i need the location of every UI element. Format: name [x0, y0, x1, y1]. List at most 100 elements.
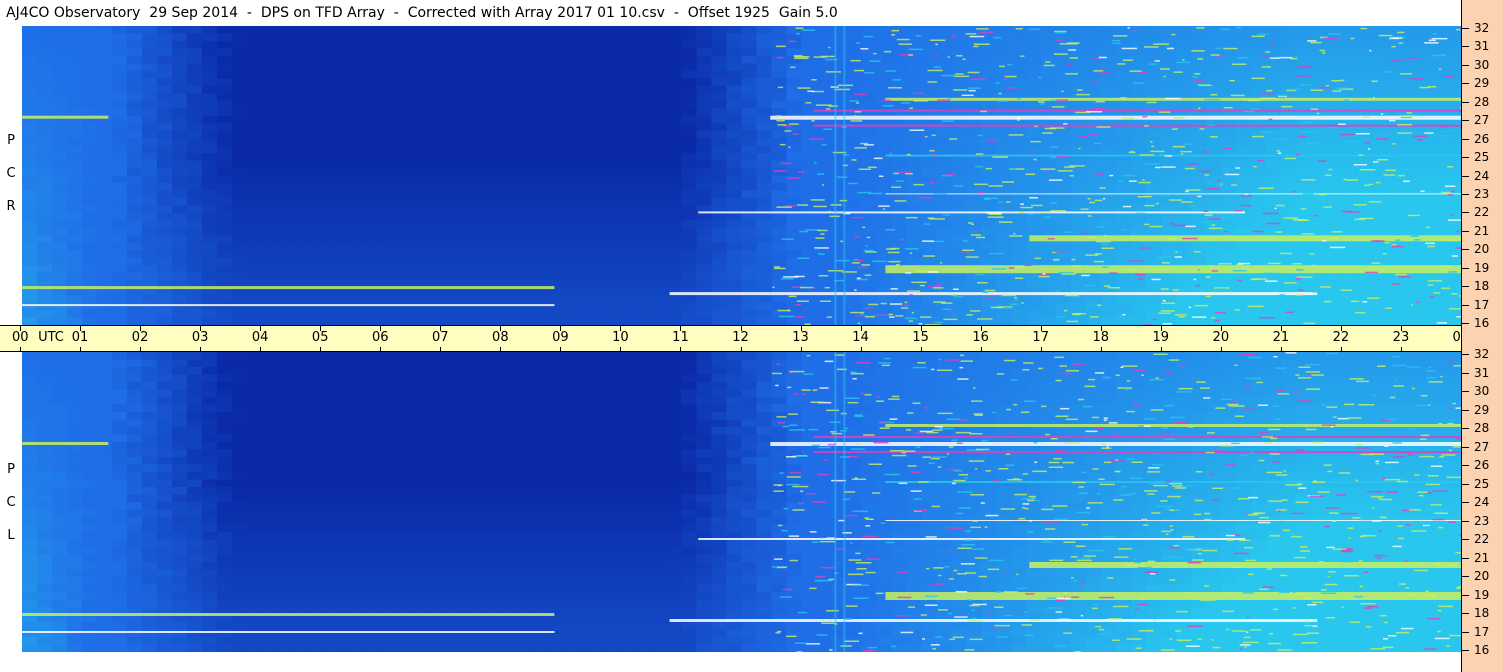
heatmap-cell: [711, 257, 728, 266]
heatmap-cell: [1131, 130, 1147, 139]
heatmap-cell: [441, 227, 458, 236]
heatmap-cell: [531, 168, 548, 177]
heatmap-cell: [1431, 257, 1447, 266]
heatmap-cell: [96, 100, 113, 109]
heatmap-cell: [516, 26, 533, 35]
heatmap-cell: [981, 190, 997, 199]
heatmap-cell: [37, 509, 53, 518]
heatmap-cell: [1221, 302, 1237, 311]
heatmap-cell: [67, 487, 83, 496]
heatmap-cell: [1011, 190, 1027, 199]
heatmap-cell: [111, 108, 128, 117]
heatmap-cell: [531, 63, 548, 72]
signal-speckle: [1038, 101, 1045, 103]
heatmap-cell: [771, 197, 788, 206]
signal-speckle: [1381, 113, 1384, 115]
signal-speckle: [1121, 47, 1138, 50]
heatmap-cell: [696, 302, 713, 311]
signal-speckle: [1350, 300, 1360, 303]
signal-speckle: [856, 277, 861, 279]
heatmap-cell: [1191, 295, 1207, 304]
heatmap-cell: [231, 55, 248, 64]
heatmap-cell: [726, 310, 743, 319]
heatmap-cell: [201, 250, 218, 259]
heatmap-cell: [456, 40, 473, 49]
signal-speckle: [1192, 76, 1198, 78]
heatmap-cell: [741, 295, 758, 304]
heatmap-cell: [441, 190, 458, 199]
signal-speckle: [860, 48, 869, 50]
heatmap-cell: [82, 464, 98, 473]
signal-speckle: [894, 200, 907, 202]
heatmap-cell: [276, 302, 293, 311]
signal-speckle: [797, 257, 809, 259]
heatmap-cell: [801, 48, 818, 57]
heatmap-cell: [516, 93, 533, 102]
signal-speckle: [1455, 276, 1461, 278]
heatmap-cell: [996, 280, 1012, 289]
heatmap-cell: [231, 220, 248, 229]
heatmap-cell: [441, 78, 458, 87]
heatmap-cell: [696, 153, 713, 162]
heatmap-cell: [52, 622, 68, 631]
signal-speckle: [1223, 147, 1233, 150]
heatmap-cell: [906, 100, 922, 109]
heatmap-cell: [771, 220, 788, 229]
heatmap-cell: [1281, 205, 1297, 214]
heatmap-cell: [67, 317, 83, 325]
heatmap-cell: [396, 138, 413, 147]
heatmap-cell: [666, 100, 683, 109]
heatmap-cell: [666, 160, 683, 169]
heatmap-cell: [141, 55, 158, 64]
heatmap-cell: [546, 205, 563, 214]
heatmap-cell: [1401, 287, 1417, 296]
heatmap-cell: [1041, 317, 1057, 325]
signal-speckle: [857, 260, 863, 262]
heatmap-cell: [156, 93, 173, 102]
heatmap-cell: [201, 85, 218, 94]
heatmap-cell: [1131, 63, 1147, 72]
heatmap-cell: [861, 183, 877, 192]
heatmap-cell: [82, 517, 98, 526]
heatmap-cell: [1341, 33, 1357, 42]
heatmap-cell: [1266, 220, 1282, 229]
heatmap-cell: [1026, 33, 1042, 42]
heatmap-cell: [711, 197, 728, 206]
heatmap-cell: [651, 302, 668, 311]
heatmap-cell: [291, 115, 308, 124]
heatmap-cell: [681, 227, 698, 236]
heatmap-cell: [531, 55, 548, 64]
heatmap-cell: [441, 295, 458, 304]
heatmap-cell: [321, 108, 338, 117]
signal-speckle: [775, 45, 786, 48]
heatmap-cell: [1281, 108, 1297, 117]
signal-speckle: [863, 144, 874, 146]
heatmap-cell: [426, 197, 443, 206]
heatmap-cell: [231, 33, 248, 42]
heatmap-cell: [216, 153, 233, 162]
signal-speckle: [1424, 42, 1439, 44]
heatmap-cell: [1431, 138, 1447, 147]
heatmap-cell: [771, 153, 788, 162]
signal-speckle: [1138, 72, 1149, 74]
heatmap-cell: [1101, 212, 1117, 221]
heatmap-cell: [261, 48, 278, 57]
heatmap-cell: [741, 235, 758, 244]
heatmap-cell: [52, 317, 68, 325]
signal-speckle: [788, 146, 791, 148]
heatmap-cell: [591, 70, 608, 79]
heatmap-cell: [1116, 190, 1132, 199]
heatmap-cell: [201, 55, 218, 64]
heatmap-cell: [636, 153, 653, 162]
heatmap-cell: [186, 145, 203, 154]
heatmap-cell: [291, 108, 308, 117]
heatmap-cell: [546, 145, 563, 154]
heatmap-cell: [471, 93, 488, 102]
heatmap-cell: [1371, 227, 1387, 236]
heatmap-cell: [441, 197, 458, 206]
heatmap-cell: [411, 93, 428, 102]
heatmap-cell: [546, 78, 563, 87]
heatmap-cell: [67, 108, 83, 117]
heatmap-cell: [606, 55, 623, 64]
heatmap-cell: [276, 160, 293, 169]
